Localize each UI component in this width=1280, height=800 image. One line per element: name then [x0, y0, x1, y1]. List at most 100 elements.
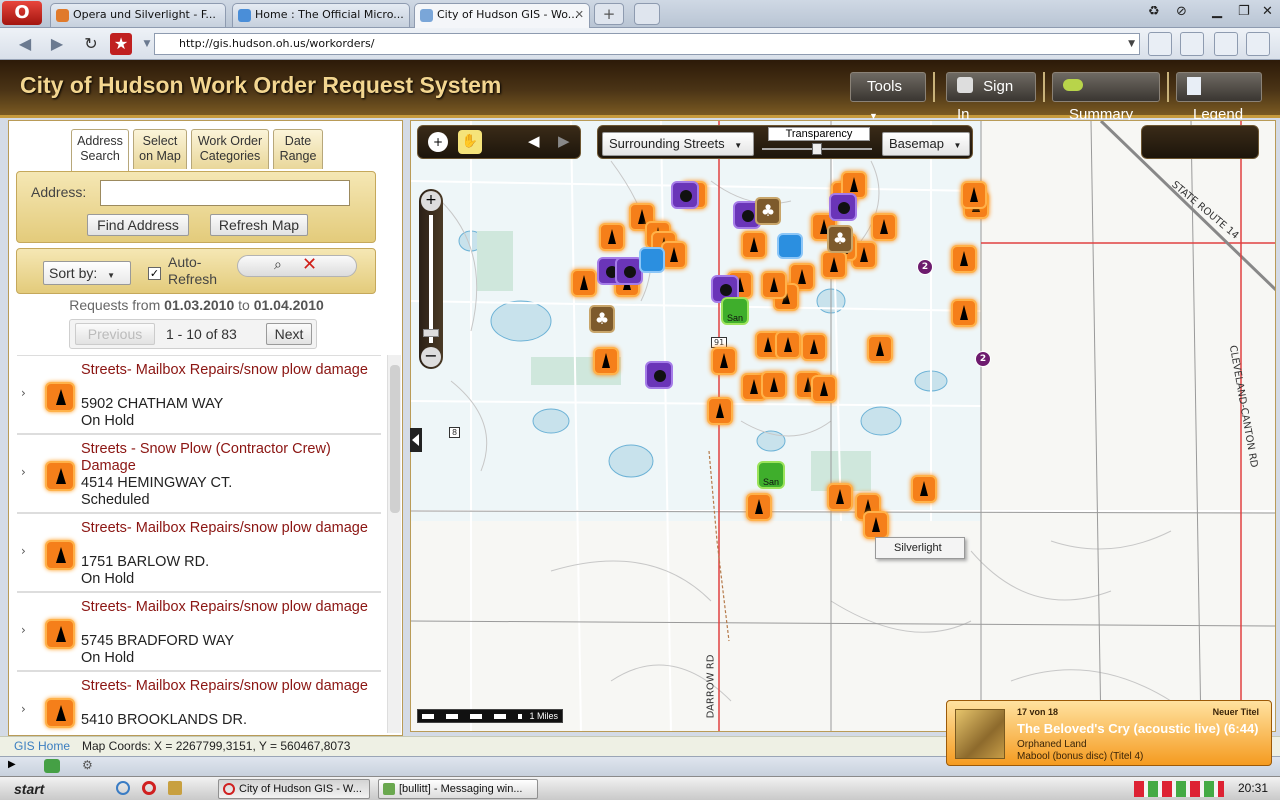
list-item[interactable]: › Streets- Mailbox Repairs/snow plow dama…: [17, 355, 381, 434]
road-work-marker-icon[interactable]: [593, 347, 619, 375]
panels-icon[interactable]: [1246, 32, 1270, 56]
sanitary-marker-icon[interactable]: San: [757, 461, 785, 489]
restore-icon[interactable]: ❐: [1238, 4, 1250, 19]
road-work-marker-icon[interactable]: [801, 333, 827, 361]
road-work-marker-icon[interactable]: [571, 269, 597, 297]
request-category[interactable]: Streets- Mailbox Repairs/snow plow damag…: [81, 599, 371, 616]
tab-hudson-gis[interactable]: City of Hudson GIS - Wo... ✕: [414, 3, 590, 28]
scrollbar-thumb[interactable]: [390, 365, 400, 513]
road-work-marker-icon[interactable]: [863, 511, 889, 539]
summary-button[interactable]: Summary: [1052, 72, 1160, 123]
tray-icons[interactable]: [1134, 781, 1224, 797]
panel-toggle-icon[interactable]: ▶: [8, 759, 16, 770]
chevron-right-icon[interactable]: ›: [21, 544, 26, 558]
request-category[interactable]: Streets - Snow Plow (Contractor Crew) Da…: [81, 441, 371, 475]
road-work-marker-icon[interactable]: [741, 231, 767, 259]
trash-button[interactable]: [634, 3, 660, 25]
purple-marker-icon[interactable]: [829, 193, 857, 221]
feed-icon[interactable]: [1148, 32, 1172, 56]
road-work-marker-icon[interactable]: [871, 213, 897, 241]
basemap-dropdown[interactable]: Basemap ▼: [882, 132, 970, 156]
road-work-marker-icon[interactable]: [707, 397, 733, 425]
tools-button[interactable]: Tools ▼: [850, 72, 926, 121]
trash-can-icon[interactable]: ♻: [1148, 4, 1160, 19]
road-work-marker-icon[interactable]: [775, 331, 801, 359]
sync-icon[interactable]: [44, 759, 60, 773]
unite-status-icon[interactable]: ⚙: [82, 758, 93, 772]
auto-refresh-checkbox[interactable]: ✓: [148, 267, 161, 280]
tab-date-range[interactable]: Date Range: [273, 129, 323, 169]
list-item[interactable]: › Streets- Mailbox Repairs/snow plow dama…: [17, 592, 381, 671]
zoom-minus-icon[interactable]: −: [421, 347, 441, 367]
road-work-marker-icon[interactable]: [867, 335, 893, 363]
sort-by-select[interactable]: Sort by: ▼: [43, 261, 131, 285]
tab-work-order-categories[interactable]: Work Order Categories: [191, 129, 269, 169]
water-marker-icon[interactable]: [777, 233, 803, 259]
road-work-marker-icon[interactable]: [761, 371, 787, 399]
chevron-right-icon[interactable]: ›: [21, 465, 26, 479]
tree-marker-icon[interactable]: ♣: [827, 225, 853, 253]
road-work-marker-icon[interactable]: [961, 181, 987, 209]
surrounding-streets-dropdown[interactable]: Surrounding Streets ▼: [602, 132, 754, 156]
sanitary-marker-icon[interactable]: San: [721, 297, 749, 325]
zoom-thumb[interactable]: [423, 329, 439, 337]
new-tab-button[interactable]: +: [594, 3, 624, 25]
transparency-slider-thumb[interactable]: [812, 143, 822, 155]
chevron-down-icon[interactable]: ▼: [1128, 34, 1135, 54]
address-input[interactable]: [100, 180, 350, 206]
purple-marker-icon[interactable]: [645, 361, 673, 389]
close-window-icon[interactable]: ✕: [1262, 4, 1273, 19]
opera-menu-button[interactable]: O: [2, 1, 42, 25]
water-marker-icon[interactable]: [639, 247, 665, 273]
tile-icon[interactable]: [1214, 32, 1238, 56]
forward-arrow-icon[interactable]: ▶: [558, 132, 570, 150]
minimize-icon[interactable]: ▁: [1212, 4, 1222, 19]
back-arrow-icon[interactable]: ◀: [12, 33, 38, 55]
media-notification[interactable]: 17 von 18 Neuer Titel The Beloved's Cry …: [946, 700, 1272, 766]
legend-button[interactable]: Legend: [1176, 72, 1262, 123]
chevron-right-icon[interactable]: ›: [21, 623, 26, 637]
tree-marker-icon[interactable]: ♣: [589, 305, 615, 333]
reload-icon[interactable]: ↻: [78, 33, 104, 55]
clear-x-icon[interactable]: ✕: [302, 254, 317, 275]
start-button[interactable]: start: [2, 778, 74, 800]
tab-microsoft-home[interactable]: Home : The Official Micro...: [232, 3, 410, 27]
collapse-panel-handle[interactable]: [410, 428, 422, 452]
road-work-marker-icon[interactable]: [821, 251, 847, 279]
cluster-count-badge[interactable]: 2: [917, 259, 933, 275]
road-work-marker-icon[interactable]: [811, 375, 837, 403]
quicklaunch-icon[interactable]: [168, 781, 182, 795]
request-category[interactable]: Streets- Mailbox Repairs/snow plow damag…: [81, 678, 371, 695]
road-work-marker-icon[interactable]: [911, 475, 937, 503]
tree-marker-icon[interactable]: ♣: [755, 197, 781, 225]
list-item[interactable]: › Streets - Snow Plow (Contractor Crew) D…: [17, 434, 381, 513]
url-input[interactable]: http://gis.hudson.oh.us/workorders/ ▼: [154, 33, 1140, 55]
back-arrow-icon[interactable]: ◀: [528, 132, 540, 150]
road-work-marker-icon[interactable]: [951, 299, 977, 327]
map-panel[interactable]: STATE ROUTE 14 DARROW RD CLEVELAND-CANTO…: [410, 120, 1276, 732]
road-work-marker-icon[interactable]: [827, 483, 853, 511]
tab-opera-silverlight[interactable]: Opera und Silverlight - F...: [50, 3, 226, 27]
search-icon[interactable]: ⌕: [274, 257, 282, 273]
list-item[interactable]: › Streets- Mailbox Repairs/snow plow dama…: [17, 671, 381, 733]
list-item[interactable]: › Streets- Mailbox Repairs/snow plow dama…: [17, 513, 381, 592]
gis-home-link[interactable]: GIS Home: [14, 737, 70, 756]
unite-icon[interactable]: ⊘: [1176, 4, 1187, 19]
request-category[interactable]: Streets- Mailbox Repairs/snow plow damag…: [81, 362, 371, 379]
sign-in-button[interactable]: Sign In: [946, 72, 1036, 123]
zoom-plus-icon[interactable]: +: [421, 191, 441, 211]
zoom-slider[interactable]: + −: [419, 189, 443, 369]
tab-select-on-map[interactable]: Select on Map: [133, 129, 187, 169]
cluster-count-badge[interactable]: 2: [975, 351, 991, 367]
road-work-marker-icon[interactable]: [599, 223, 625, 251]
next-button[interactable]: Next: [266, 323, 312, 345]
speed-dial-icon[interactable]: ★: [110, 33, 132, 55]
opera-icon[interactable]: [142, 781, 156, 795]
chevron-right-icon[interactable]: ›: [21, 386, 26, 400]
road-work-marker-icon[interactable]: [711, 347, 737, 375]
road-work-marker-icon[interactable]: [746, 493, 772, 521]
pan-hand-icon[interactable]: ✋: [458, 130, 482, 154]
task-messaging[interactable]: [bullitt] - Messaging win...: [378, 779, 538, 799]
zoom-in-icon[interactable]: +: [428, 132, 448, 152]
ie-icon[interactable]: [116, 781, 130, 795]
